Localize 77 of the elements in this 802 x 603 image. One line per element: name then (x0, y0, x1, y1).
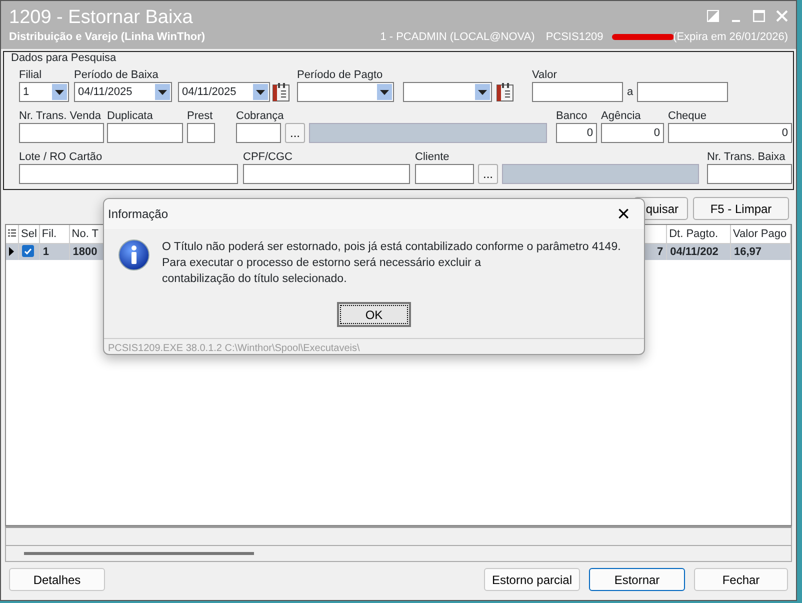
input-field[interactable] (187, 123, 215, 143)
field-label: Cobrança (236, 110, 284, 122)
dropdown-field[interactable]: 04/11/2025 (178, 82, 270, 102)
field-label: Valor (532, 69, 557, 81)
column-header[interactable]: No. T (72, 228, 98, 240)
column-header[interactable]: Fil. (42, 228, 57, 240)
table-cell: 1 (42, 246, 50, 258)
column-menu-icon[interactable] (8, 228, 16, 239)
dialog-action-button[interactable]: Detalhes (9, 568, 105, 591)
caret-icon (256, 90, 265, 94)
input-field[interactable] (107, 123, 183, 143)
field-label: Período de Baixa (74, 69, 158, 81)
field-label: Período de Pagto (297, 69, 383, 81)
range-separator: a (626, 85, 634, 100)
dialog-title: Informação (108, 206, 168, 223)
group-title: Dados para Pesquisa (10, 52, 118, 65)
input-field[interactable] (19, 123, 104, 143)
scrollbar-thumb[interactable] (24, 552, 254, 555)
caret-icon (158, 90, 167, 94)
table-cell: 1800 (72, 246, 98, 258)
table-cell: 04/11/202 (670, 246, 718, 258)
close-button[interactable]: × (611, 204, 636, 224)
input-field[interactable]: 0 (668, 123, 792, 143)
table-cell: 16,97 (734, 246, 762, 258)
dropdown-field[interactable] (403, 82, 492, 102)
calendar-icon[interactable] (496, 82, 514, 102)
dropdown-field[interactable]: 1 (19, 82, 69, 102)
lookup-button[interactable]: ... (285, 123, 305, 143)
input-field[interactable] (532, 82, 623, 102)
field-label: CPF/CGC (243, 151, 292, 163)
caret-icon (380, 90, 389, 94)
window-title: 1209 - Estornar Baixa (9, 7, 193, 29)
expiry-info: (Expira em 26/01/2026) (673, 30, 788, 45)
column-header[interactable]: Valor Pago (733, 228, 787, 240)
column-header[interactable]: Sel (21, 228, 37, 240)
checkbox[interactable] (22, 245, 34, 257)
input-field[interactable] (236, 123, 281, 143)
lookup-button[interactable]: ... (478, 164, 498, 184)
message-text: Para executar o processo de estorno será necessário excluir a (162, 256, 482, 271)
table-cell: 7 (656, 246, 664, 258)
field-label: Banco (556, 110, 588, 122)
caret-icon (55, 90, 64, 94)
dropdown-field[interactable] (297, 82, 394, 102)
row-indicator-icon (9, 247, 14, 256)
input-field[interactable] (243, 164, 410, 184)
ok-button[interactable]: OK (337, 302, 411, 327)
input-field[interactable] (707, 164, 792, 184)
input-field[interactable] (19, 164, 238, 184)
field-label: Cheque (668, 110, 707, 122)
field-label: Nr. Trans. Venda (19, 110, 101, 122)
field-label: Duplicata (107, 110, 153, 122)
input-field[interactable] (637, 82, 728, 102)
clear-button[interactable]: F5 - Limpar (693, 197, 789, 220)
message-text: O Título não poderá ser estornado, pois já está contabilizado conforme o parâmetro 4149. (162, 240, 621, 255)
input-field[interactable]: 0 (601, 123, 664, 143)
info-icon (118, 239, 150, 271)
dialog-action-button[interactable]: Estornar (589, 568, 685, 591)
message-text: contabilização do título selecionado. (162, 272, 348, 287)
window-subtitle: Distribuição e Varejo (Linha WinThor) (9, 30, 206, 45)
field-label: Filial (19, 69, 42, 81)
input-field[interactable]: 0 (556, 123, 597, 143)
program-code: PCSIS1209 (546, 30, 604, 45)
redaction-mark (612, 34, 674, 40)
status-text: PCSIS1209.EXE 38.0.1.2 C:\Winthor\Spool\Executaveis\ (104, 338, 644, 354)
input-field[interactable] (415, 164, 474, 184)
caret-icon (478, 90, 487, 94)
field-label: Prest (187, 110, 213, 122)
field-label: Cliente (415, 151, 450, 163)
dropdown-field[interactable]: 04/11/2025 (74, 82, 172, 102)
field-label: Lote / RO Cartão (19, 151, 102, 163)
dialog-action-button[interactable]: Estorno parcial (484, 568, 580, 591)
field-label: Nr. Trans. Baixa (707, 151, 786, 163)
calendar-icon[interactable] (272, 82, 290, 102)
field-label: Agência (601, 110, 641, 122)
dialog-action-button[interactable]: Fechar (694, 568, 788, 591)
column-header[interactable]: Dt. Pagto. (669, 228, 718, 240)
user-info: 1 - PCADMIN (LOCAL@NOVA) (380, 30, 535, 45)
